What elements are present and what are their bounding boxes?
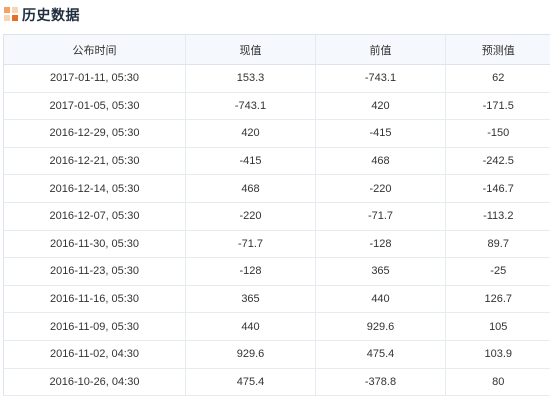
cell-actual: 420 [185,119,316,148]
cell-forecast: -146.7 [445,174,550,203]
cell-previous: -128 [315,230,446,259]
cell-previous: -378.8 [315,368,446,397]
cell-actual: -71.7 [185,230,316,259]
cell-actual: -220 [185,202,316,231]
cell-forecast: 62 [445,64,550,93]
table-row: 2016-11-23, 05:30 -128 365 -25 [3,257,550,286]
history-table: 公布时间 现值 前值 预测值 2017-01-11, 05:30 153.3 -… [3,34,550,397]
column-header-previous[interactable]: 前值 [315,34,446,65]
cell-actual: 365 [185,285,316,314]
cell-forecast: 80 [445,368,550,397]
cell-release-time: 2016-12-14, 05:30 [3,174,186,203]
table-row: 2017-01-11, 05:30 153.3 -743.1 62 [3,64,550,93]
cell-actual: -415 [185,147,316,176]
section-title: 历史数据 [22,7,80,23]
column-header-forecast[interactable]: 预测值 [445,34,550,65]
section-header: 历史数据 [0,0,550,34]
cell-release-time: 2016-12-07, 05:30 [3,202,186,231]
cell-forecast: 105 [445,312,550,341]
cell-forecast: -113.2 [445,202,550,231]
history-table-container: 公布时间 现值 前值 预测值 2017-01-11, 05:30 153.3 -… [3,34,550,397]
cell-actual: -743.1 [185,92,316,121]
table-row: 2017-01-05, 05:30 -743.1 420 -171.5 [3,92,550,121]
cell-forecast: -25 [445,257,550,286]
cell-release-time: 2016-11-30, 05:30 [3,230,186,259]
table-header-row: 公布时间 现值 前值 预测值 [3,34,550,65]
column-header-release-time[interactable]: 公布时间 [3,34,186,65]
cell-forecast: 103.9 [445,340,550,369]
cell-release-time: 2016-12-21, 05:30 [3,147,186,176]
cell-release-time: 2016-11-16, 05:30 [3,285,186,314]
cell-release-time: 2016-10-26, 04:30 [3,368,186,397]
cell-forecast: -171.5 [445,92,550,121]
cell-previous: 468 [315,147,446,176]
cell-release-time: 2016-11-23, 05:30 [3,257,186,286]
cell-actual: 440 [185,312,316,341]
page: 历史数据 公布时间 现值 前值 预测值 2017-01-11, 05:30 15… [0,0,550,400]
column-header-actual[interactable]: 现值 [185,34,316,65]
cell-previous: -415 [315,119,446,148]
cell-forecast: -150 [445,119,550,148]
cell-previous: 420 [315,92,446,121]
cell-release-time: 2016-11-09, 05:30 [3,312,186,341]
cell-forecast: -242.5 [445,147,550,176]
bar-grid-icon [4,7,18,21]
table-row: 2016-12-14, 05:30 468 -220 -146.7 [3,174,550,203]
cell-release-time: 2017-01-05, 05:30 [3,92,186,121]
cell-release-time: 2016-11-02, 04:30 [3,340,186,369]
cell-forecast: 126.7 [445,285,550,314]
cell-actual: 929.6 [185,340,316,369]
table-row: 2016-11-09, 05:30 440 929.6 105 [3,312,550,341]
cell-forecast: 89.7 [445,230,550,259]
table-row: 2016-12-07, 05:30 -220 -71.7 -113.2 [3,202,550,231]
table-row: 2016-12-29, 05:30 420 -415 -150 [3,119,550,148]
cell-actual: -128 [185,257,316,286]
table-row: 2016-12-21, 05:30 -415 468 -242.5 [3,147,550,176]
cell-release-time: 2016-12-29, 05:30 [3,119,186,148]
cell-release-time: 2017-01-11, 05:30 [3,64,186,93]
table-row: 2016-11-30, 05:30 -71.7 -128 89.7 [3,230,550,259]
cell-previous: 475.4 [315,340,446,369]
cell-previous: 365 [315,257,446,286]
table-row: 2016-11-16, 05:30 365 440 126.7 [3,285,550,314]
cell-actual: 468 [185,174,316,203]
cell-actual: 475.4 [185,368,316,397]
cell-previous: -71.7 [315,202,446,231]
cell-previous: -220 [315,174,446,203]
cell-previous: -743.1 [315,64,446,93]
table-row: 2016-11-02, 04:30 929.6 475.4 103.9 [3,340,550,369]
table-row: 2016-10-26, 04:30 475.4 -378.8 80 [3,368,550,397]
cell-previous: 440 [315,285,446,314]
cell-previous: 929.6 [315,312,446,341]
cell-actual: 153.3 [185,64,316,93]
